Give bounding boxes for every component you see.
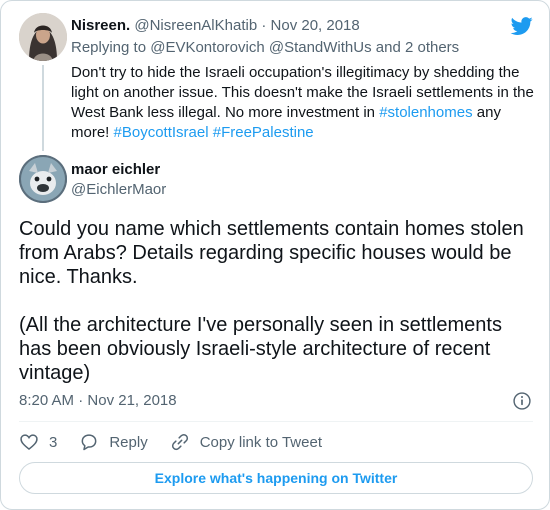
embedded-tweet-card: Nisreen. @NisreenAlKhatib · Nov 20, 2018… bbox=[0, 0, 550, 510]
explore-twitter-button[interactable]: Explore what's happening on Twitter bbox=[19, 462, 533, 494]
main-tweet-paragraph-2: (All the architecture I've personally se… bbox=[19, 314, 502, 384]
replying-to-user-1[interactable]: @EVKontorovich bbox=[150, 39, 264, 56]
main-author-handle[interactable]: @EichlerMaor bbox=[71, 181, 166, 199]
parent-author-handle[interactable]: @NisreenAlKhatib bbox=[134, 17, 257, 34]
hashtag-boycottisrael[interactable]: #BoycottIsrael bbox=[114, 124, 209, 141]
heart-icon bbox=[20, 434, 38, 451]
link-icon bbox=[171, 433, 188, 451]
reply-button[interactable]: Reply bbox=[79, 432, 148, 452]
hashtag-stolenhomes[interactable]: #stolenhomes bbox=[379, 104, 472, 121]
replying-to-prefix: Replying to bbox=[71, 39, 147, 56]
parent-tweet-header: Nisreen. @NisreenAlKhatib · Nov 20, 2018 bbox=[71, 17, 360, 35]
thread-connector-line bbox=[42, 65, 44, 151]
action-divider bbox=[19, 421, 533, 422]
main-author-name[interactable]: maor eichler bbox=[71, 161, 160, 179]
main-tweet-paragraph-1: Could you name which settlements contain… bbox=[19, 218, 524, 288]
copy-link-label: Copy link to Tweet bbox=[199, 433, 322, 451]
tweet-date: Nov 21, 2018 bbox=[87, 392, 177, 409]
tweet-actions-bar: 3 Reply Copy link to Tweet bbox=[19, 431, 344, 453]
replying-to-line: Replying to @EVKontorovich @StandWithUs … bbox=[71, 39, 459, 57]
parent-author-name[interactable]: Nisreen. bbox=[71, 17, 130, 34]
tweet-timestamp[interactable]: 8:20 AM · Nov 21, 2018 bbox=[19, 392, 177, 410]
main-author-avatar[interactable] bbox=[19, 155, 67, 203]
parent-tweet-date[interactable]: Nov 20, 2018 bbox=[271, 17, 360, 34]
like-button[interactable]: 3 bbox=[19, 432, 57, 452]
timestamp-separator: · bbox=[78, 392, 84, 409]
replying-to-others[interactable]: and 2 others bbox=[376, 39, 459, 56]
info-icon[interactable] bbox=[512, 391, 532, 411]
hashtag-freepalestine[interactable]: #FreePalestine bbox=[213, 124, 314, 141]
parent-tweet-text: Don't try to hide the Israeli occupation… bbox=[71, 63, 541, 143]
parent-author-avatar[interactable] bbox=[19, 13, 67, 61]
main-tweet-text: Could you name which settlements contain… bbox=[19, 217, 539, 409]
copy-link-button[interactable]: Copy link to Tweet bbox=[170, 432, 322, 452]
like-count: 3 bbox=[49, 433, 58, 451]
header-separator: · bbox=[261, 17, 267, 34]
twitter-bird-icon[interactable] bbox=[509, 15, 535, 37]
reply-bubble-icon bbox=[81, 434, 97, 451]
replying-to-user-2[interactable]: @StandWithUs bbox=[269, 39, 372, 56]
reply-label: Reply bbox=[109, 433, 148, 451]
tweet-time: 8:20 AM bbox=[19, 392, 75, 409]
